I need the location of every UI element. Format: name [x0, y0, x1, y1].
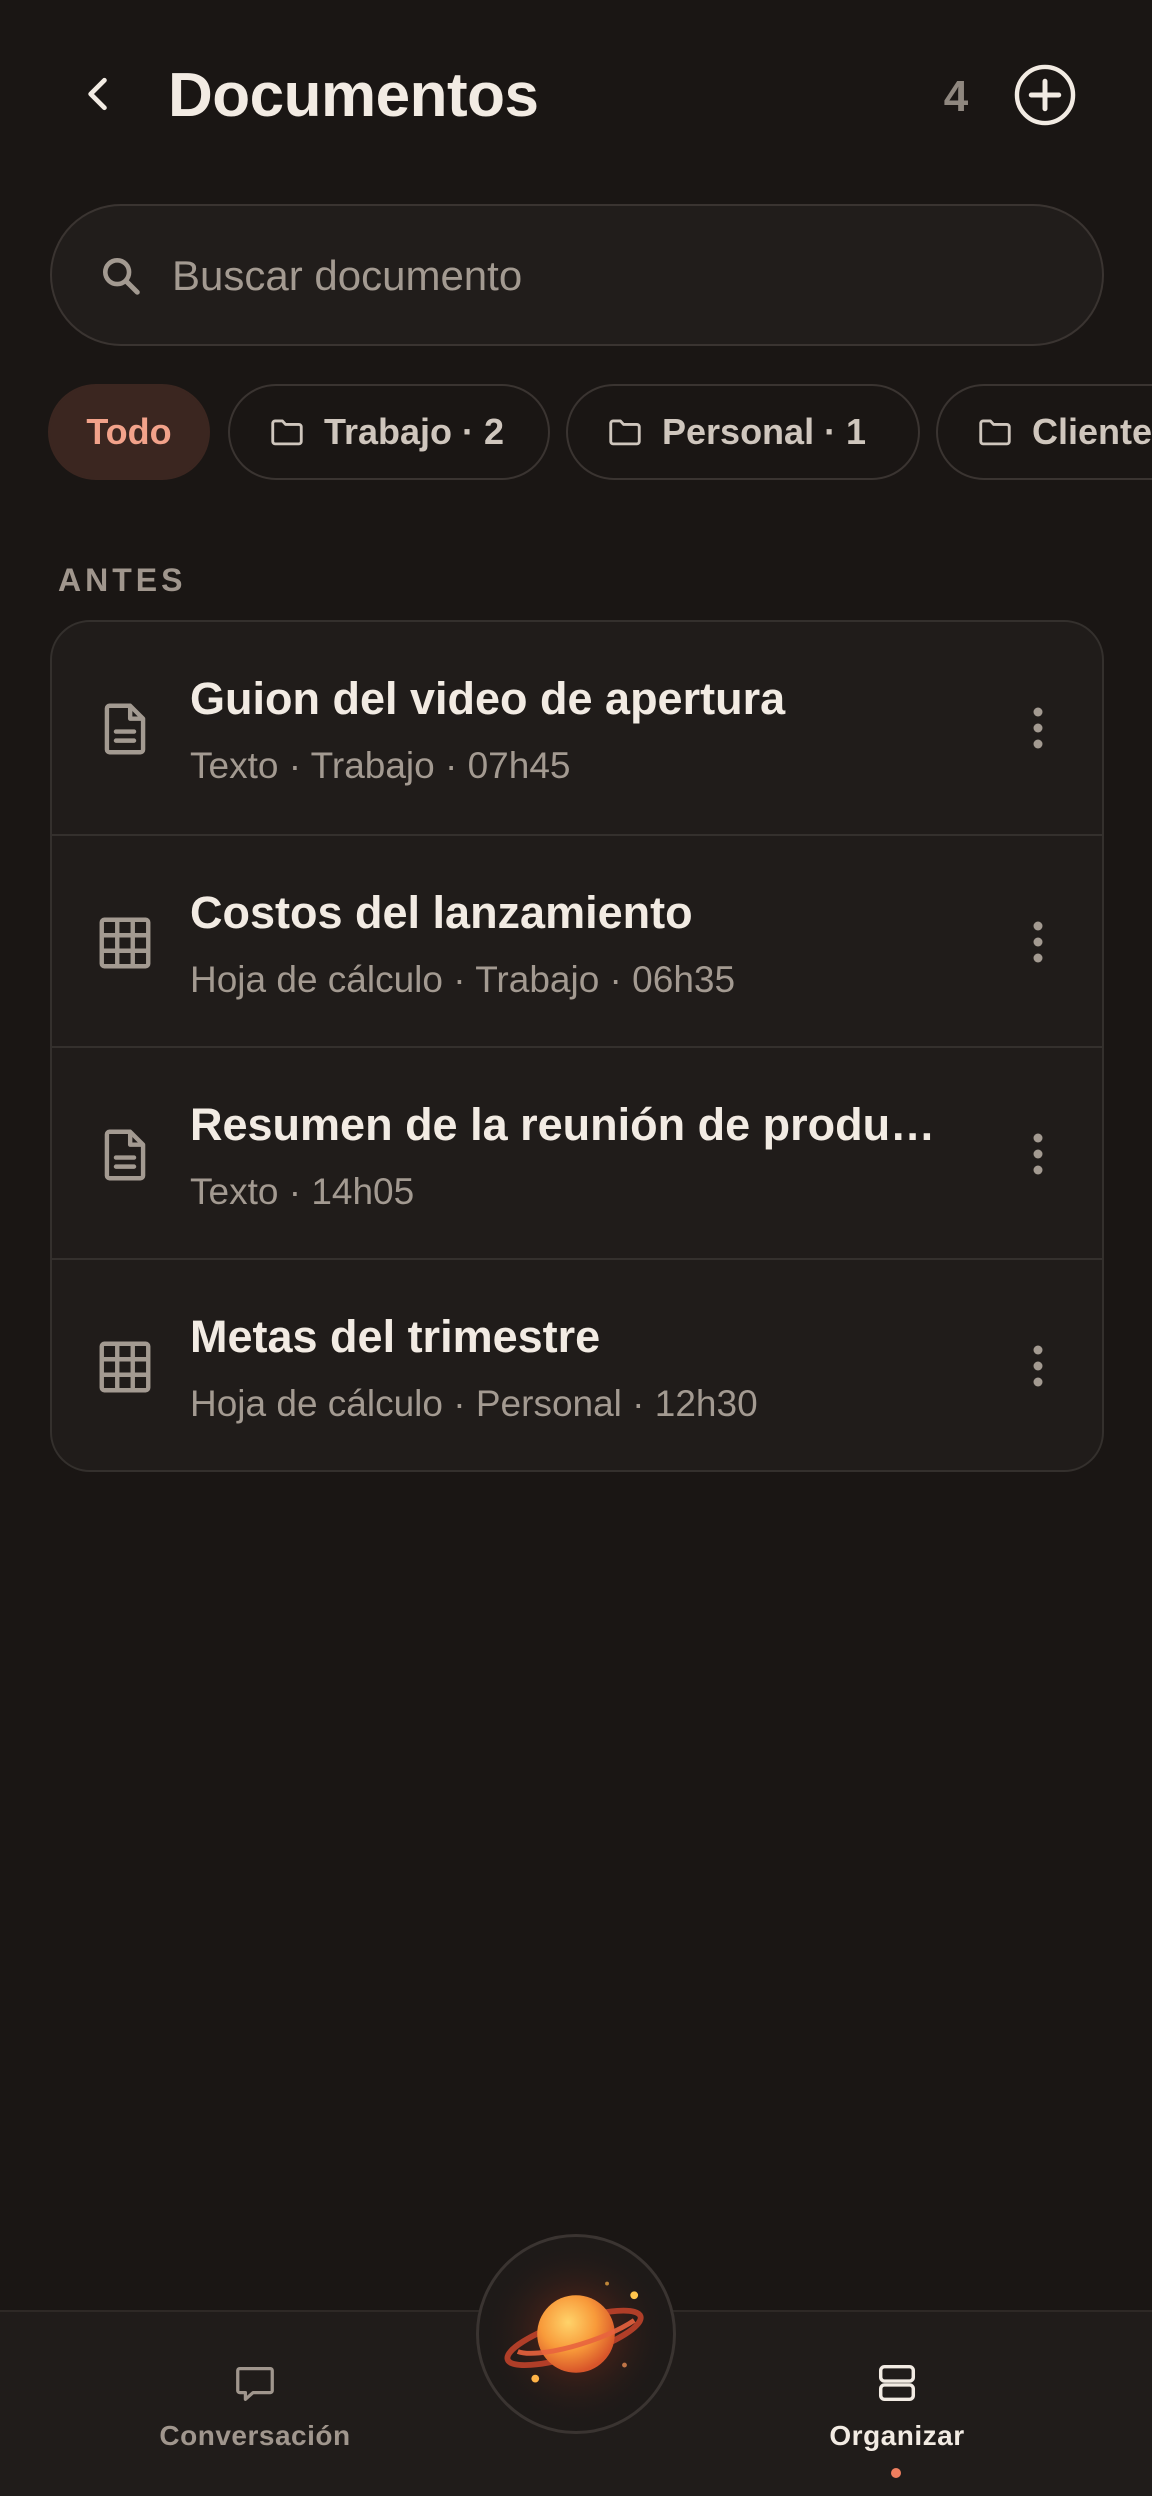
- section-label: ANTES: [58, 562, 187, 598]
- more-vertical-icon: [1033, 921, 1043, 963]
- add-document-button[interactable]: [1012, 62, 1078, 128]
- document-icon: [104, 703, 146, 755]
- filter-chips: Todo Trabajo · 2 Personal · 1 Clientes: [48, 384, 1152, 480]
- document-row[interactable]: Guion del video de apertura Texto · Trab…: [52, 622, 1102, 834]
- assistant-button[interactable]: [476, 2234, 676, 2434]
- filter-chip-label: Personal · 1: [662, 411, 867, 452]
- document-row[interactable]: Resumen de la reunión de produ… Texto · …: [52, 1046, 1102, 1258]
- document-title: Resumen de la reunión de produ…: [190, 1099, 936, 1150]
- folder-icon: [979, 419, 1011, 446]
- nav-conversation-label: Conversación: [159, 2420, 351, 2451]
- document-meta: Texto · Trabajo · 07h45: [190, 745, 571, 786]
- active-indicator-dot: [891, 2468, 901, 2478]
- document-meta: Hoja de cálculo · Trabajo · 06h35: [190, 959, 736, 1000]
- page-title: Documentos: [168, 61, 539, 130]
- search-bar[interactable]: [50, 204, 1104, 346]
- document-title: Guion del video de apertura: [190, 673, 786, 724]
- nav-organize[interactable]: Organizar: [767, 2360, 1027, 2478]
- plus-circle-icon: [1014, 64, 1076, 126]
- document-meta: Hoja de cálculo · Personal · 12h30: [190, 1383, 758, 1424]
- document-icon: [104, 1129, 146, 1181]
- document-title: Metas del trimestre: [190, 1311, 601, 1362]
- more-options-button[interactable]: [1006, 906, 1070, 978]
- chat-icon: [236, 2366, 274, 2401]
- document-count: 4: [943, 72, 969, 121]
- document-meta: Texto · 14h05: [190, 1171, 415, 1212]
- spreadsheet-icon: [99, 1341, 151, 1393]
- planet-icon: [483, 2241, 669, 2427]
- chevron-left-icon: [88, 77, 107, 111]
- more-options-button[interactable]: [1006, 1330, 1070, 1402]
- documents-list: Guion del video de apertura Texto · Trab…: [50, 620, 1104, 1472]
- filter-chip-clientes[interactable]: Clientes: [936, 384, 1152, 480]
- stack-icon: [878, 2364, 916, 2402]
- more-vertical-icon: [1033, 707, 1043, 749]
- nav-conversation[interactable]: Conversación: [125, 2360, 385, 2470]
- document-row[interactable]: Costos del lanzamiento Hoja de cálculo ·…: [52, 834, 1102, 1046]
- more-options-button[interactable]: [1006, 1118, 1070, 1190]
- nav-organize-label: Organizar: [829, 2420, 965, 2451]
- more-vertical-icon: [1033, 1133, 1043, 1175]
- back-button[interactable]: [62, 58, 134, 130]
- filter-chip-personal[interactable]: Personal · 1: [566, 384, 920, 480]
- search-input[interactable]: [172, 236, 1052, 316]
- folder-icon: [609, 419, 641, 446]
- document-row[interactable]: Metas del trimestre Hoja de cálculo · Pe…: [52, 1258, 1102, 1470]
- documents-screen: Documentos 4 Todo Trabajo · 2: [0, 0, 1152, 2496]
- filter-chip-label: Todo: [86, 411, 172, 452]
- search-icon: [102, 257, 140, 295]
- folder-icon: [271, 419, 303, 446]
- filter-chip-trabajo[interactable]: Trabajo · 2: [228, 384, 550, 480]
- filter-chip-label: Trabajo · 2: [324, 411, 505, 452]
- filter-chip-label: Clientes: [1032, 411, 1152, 452]
- document-title: Costos del lanzamiento: [190, 887, 693, 938]
- more-options-button[interactable]: [1006, 692, 1070, 764]
- app-header: Documentos 4: [0, 0, 1152, 190]
- filter-chip-todo[interactable]: Todo: [48, 384, 210, 480]
- more-vertical-icon: [1033, 1345, 1043, 1387]
- spreadsheet-icon: [99, 917, 151, 969]
